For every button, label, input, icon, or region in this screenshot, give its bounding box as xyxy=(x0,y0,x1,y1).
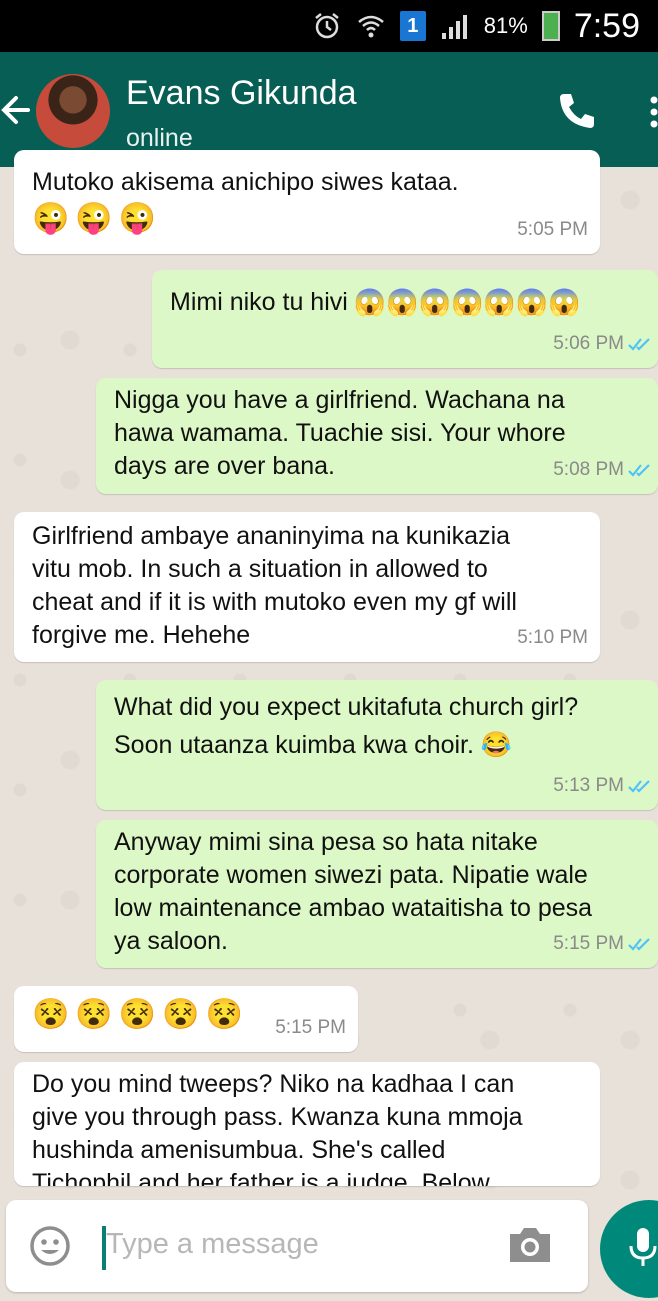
winking-tongue-emoji: 😜 xyxy=(118,202,157,235)
screaming-emoji: 😱 xyxy=(450,287,484,317)
message-bubble-incoming[interactable]: Girlfriend ambaye ananinyima na kunikazi… xyxy=(14,512,600,662)
message-text: Do you mind tweeps? Niko na kadhaa I can… xyxy=(32,1070,523,1186)
message-text: Mutoko akisema anichipo siwes kataa. xyxy=(32,168,459,196)
signal-icon xyxy=(440,11,470,41)
message-bubble-incoming[interactable]: Do you mind tweeps? Niko na kadhaa I can… xyxy=(14,1062,600,1186)
message-meta: 5:15 PM xyxy=(275,1011,346,1044)
dizzy-face-emoji: 😵 xyxy=(118,998,157,1031)
battery-icon xyxy=(541,11,560,41)
message-time: 5:15 PM xyxy=(275,1017,346,1038)
message-time: 5:10 PM xyxy=(517,627,588,648)
message-time: 5:05 PM xyxy=(517,219,588,240)
message-input-placeholder: Type a message xyxy=(106,1228,319,1260)
dizzy-face-emoji: 😵 xyxy=(162,998,200,1031)
message-meta: 5:15 PM xyxy=(553,927,654,960)
read-ticks-icon xyxy=(628,337,650,351)
message-bubble-outgoing[interactable]: Nigga you have a girlfriend. Wachana na … xyxy=(96,378,658,494)
message-bubble-incoming[interactable]: Mutoko akisema anichipo siwes kataa. 😜 😜… xyxy=(14,150,600,254)
message-text: What did you expect ukitafuta church gir… xyxy=(114,693,579,759)
chat-screen: 1 81% 7:59 Evans Gikunda online Mutoko a… xyxy=(0,0,658,1301)
message-input[interactable]: Type a message xyxy=(6,1200,588,1292)
screaming-emoji: 😱 xyxy=(548,287,581,317)
status-bar: 1 81% 7:59 xyxy=(0,0,658,52)
emoji-group: 😜 😜 😜 xyxy=(32,202,156,235)
message-content: Mimi niko tu hivi 😱😱😱😱😱😱😱 xyxy=(170,286,580,319)
sim-indicator: 1 xyxy=(399,11,426,41)
emoji-group: 😵 😵 😵 😵 😵 xyxy=(32,998,243,1031)
phone-icon[interactable] xyxy=(556,90,598,132)
alarm-icon xyxy=(312,11,342,41)
dizzy-face-emoji: 😵 xyxy=(205,998,243,1031)
message-meta: 5:08 PM xyxy=(553,453,654,486)
message-time: 5:06 PM xyxy=(553,333,624,354)
message-meta: 5:06 PM xyxy=(553,327,654,360)
screaming-emoji: 😱 xyxy=(515,287,549,317)
emoji-icon[interactable] xyxy=(28,1224,72,1268)
message-meta: 5:13 PM xyxy=(553,769,654,802)
message-bubble-outgoing[interactable]: Anyway mimi sina pesa so hata nitake cor… xyxy=(96,820,658,968)
mic-icon xyxy=(629,1228,657,1266)
screaming-emoji: 😱 xyxy=(353,287,387,317)
winking-tongue-emoji: 😜 xyxy=(75,202,113,235)
winking-tongue-emoji: 😜 xyxy=(32,202,70,235)
screaming-emoji: 😱 xyxy=(418,287,451,317)
back-arrow-icon[interactable] xyxy=(0,90,30,130)
read-ticks-icon xyxy=(628,779,650,793)
screaming-emoji: 😱 xyxy=(386,287,419,317)
contact-status: online xyxy=(126,124,193,152)
message-time: 5:13 PM xyxy=(553,775,624,796)
message-meta: 5:05 PM xyxy=(517,213,588,246)
screaming-emoji: 😱 xyxy=(483,287,516,317)
camera-icon[interactable] xyxy=(506,1224,554,1266)
contact-name[interactable]: Evans Gikunda xyxy=(126,74,357,113)
message-bubble-incoming[interactable]: 😵 😵 😵 😵 😵 5:15 PM xyxy=(14,986,358,1052)
read-ticks-icon xyxy=(628,937,650,951)
wifi-icon xyxy=(356,11,386,41)
dizzy-face-emoji: 😵 xyxy=(75,998,113,1031)
compose-bar: Type a message xyxy=(0,1198,658,1301)
clock: 7:59 xyxy=(573,6,640,45)
message-text: Girlfriend ambaye ananinyima na kunikazi… xyxy=(32,522,517,649)
read-ticks-icon xyxy=(628,463,650,477)
message-meta: 5:10 PM xyxy=(517,621,588,654)
avatar[interactable] xyxy=(36,74,110,148)
message-time: 5:15 PM xyxy=(553,933,624,954)
dizzy-face-emoji: 😵 xyxy=(32,998,70,1031)
voice-record-button[interactable] xyxy=(600,1200,658,1298)
battery-percentage: 81% xyxy=(483,13,528,38)
message-time: 5:08 PM xyxy=(553,459,624,480)
screaming-emoji-group: 😱😱😱😱😱😱😱 xyxy=(354,286,581,319)
message-text: Mimi niko tu hivi xyxy=(170,288,348,316)
overflow-menu-icon[interactable] xyxy=(640,94,658,130)
message-bubble-outgoing[interactable]: Mimi niko tu hivi 😱😱😱😱😱😱😱 5:06 PM xyxy=(152,270,658,368)
message-bubble-outgoing[interactable]: What did you expect ukitafuta church gir… xyxy=(96,680,658,810)
